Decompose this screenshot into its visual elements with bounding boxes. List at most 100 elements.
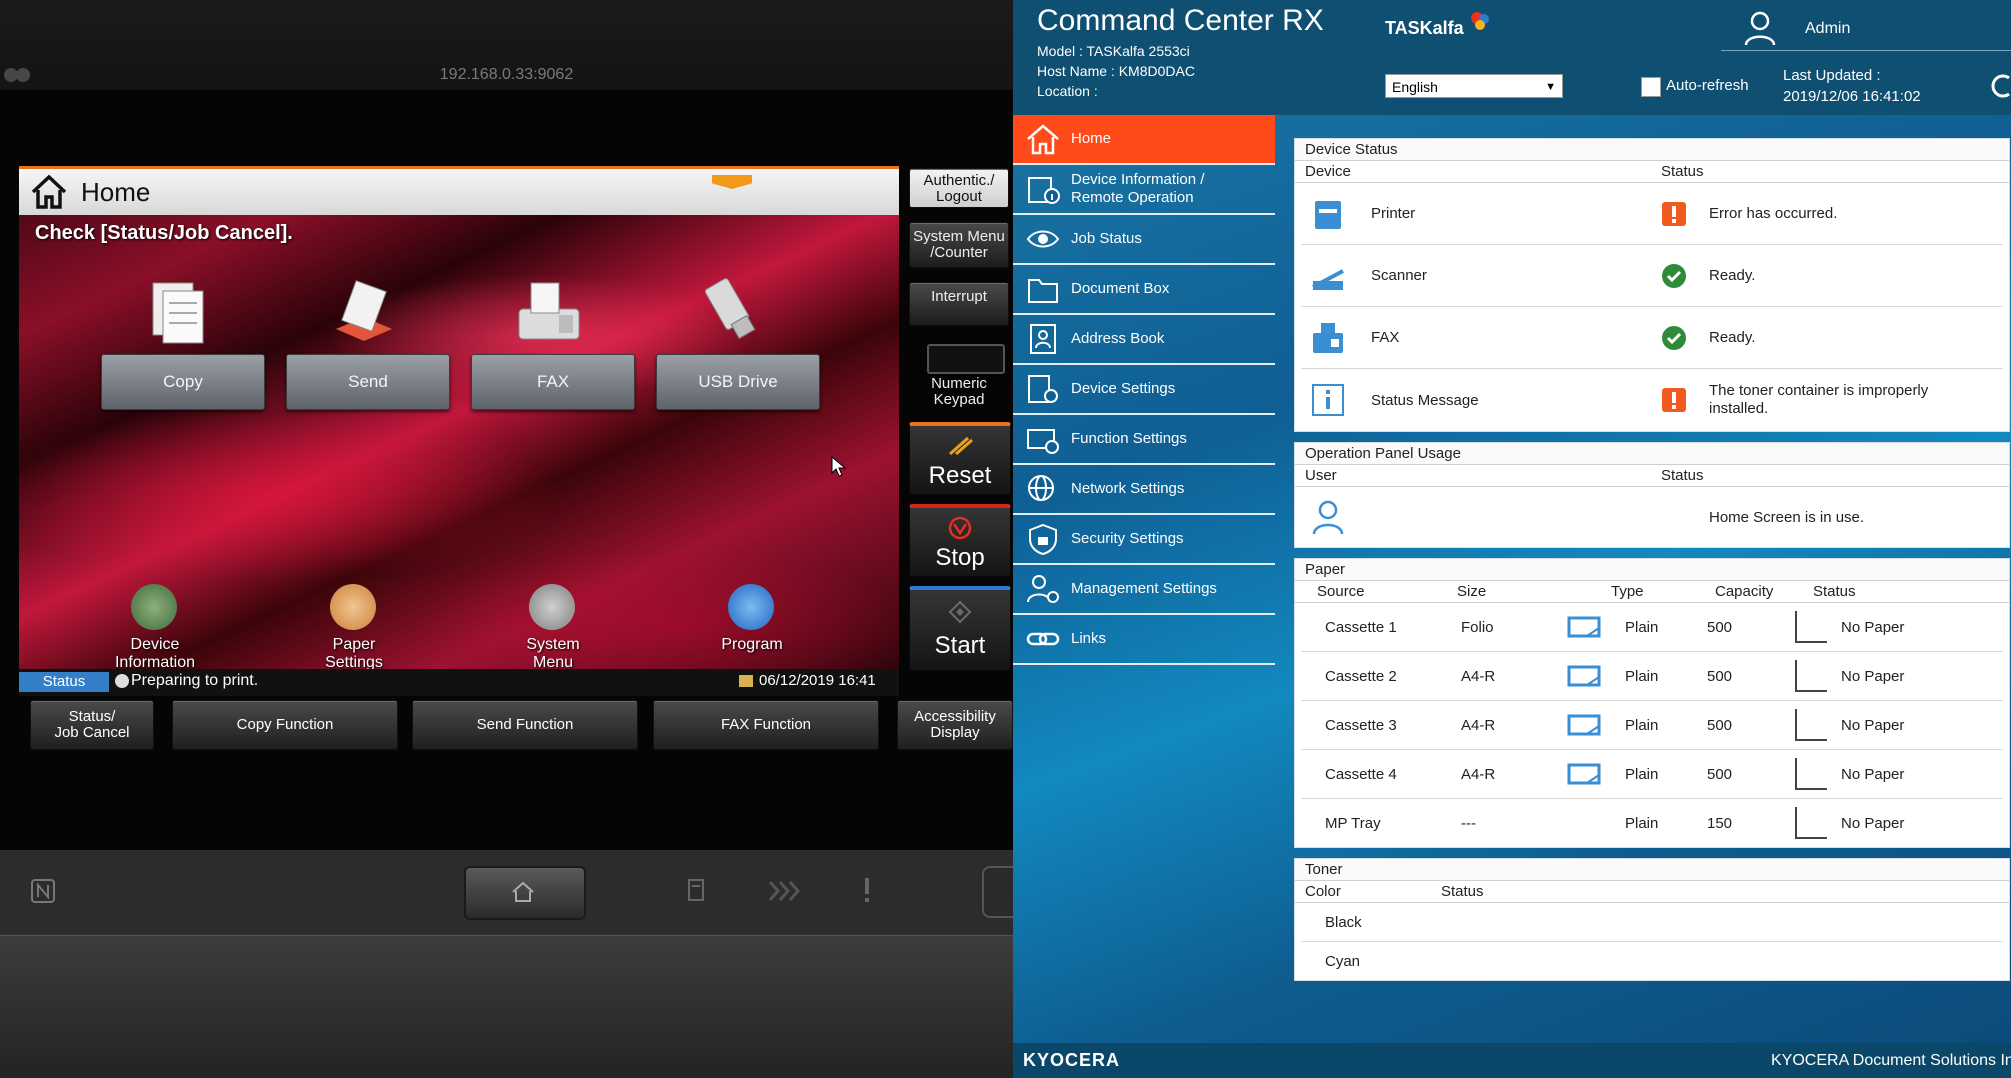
table-row[interactable]: Printer Error has occurred. <box>1301 183 2003 245</box>
system-menu-icon[interactable] <box>529 584 575 630</box>
program-icon[interactable] <box>728 584 774 630</box>
col-status: Status <box>1661 163 1704 180</box>
panel-lower-bezel <box>0 935 1013 1078</box>
device-name: Status Message <box>1371 391 1479 409</box>
col-user: User <box>1305 467 1337 484</box>
touch-screen: Home Check [Status/Job Cancel]. Copy Sen… <box>19 166 899 696</box>
toner-title: Toner <box>1295 859 2009 881</box>
panel-usage-status: Home Screen is in use. <box>1709 508 1865 526</box>
screen-message: Check [Status/Job Cancel]. <box>35 222 293 244</box>
accessibility-display-button[interactable]: Accessibility Display <box>897 700 1013 750</box>
address-book-icon <box>1030 324 1056 354</box>
sidebar-item-label: Security Settings <box>1071 530 1184 547</box>
stop-label: Stop <box>935 544 985 571</box>
copy-icon[interactable] <box>139 271 219 351</box>
sidebar-item-device-information[interactable]: Device Information / Remote Operation <box>1013 165 1275 215</box>
status-tag[interactable]: Status <box>19 672 109 692</box>
toner-color: Cyan <box>1325 952 1361 970</box>
sidebar-item-security-settings[interactable]: Security Settings <box>1013 515 1275 565</box>
info-icon <box>1312 384 1344 416</box>
energy-saver-key[interactable] <box>982 866 1013 918</box>
error-icon <box>1662 201 1686 226</box>
chevron-down-icon[interactable] <box>712 175 752 189</box>
paper-settings-icon[interactable] <box>330 584 376 630</box>
sidebar-item-job-status[interactable]: Job Status <box>1013 215 1275 265</box>
device-information-icon[interactable] <box>131 584 177 630</box>
auto-refresh-checkbox[interactable] <box>1641 77 1661 97</box>
sidebar-item-document-box[interactable]: Document Box <box>1013 265 1275 315</box>
cc-title: Command Center RX <box>1037 4 1324 37</box>
paper-size: A4-R <box>1461 667 1496 685</box>
job-status-icon[interactable] <box>684 876 708 904</box>
send-button[interactable]: Send <box>286 354 450 410</box>
copy-function-button[interactable]: Copy Function <box>172 700 398 750</box>
device-settings-icon <box>1028 375 1058 403</box>
paper-size: Folio <box>1461 618 1494 636</box>
reset-button[interactable]: Reset <box>909 422 1011 495</box>
taskalfa-logo: TASKalfa <box>1385 18 1464 38</box>
send-icon[interactable] <box>324 271 404 351</box>
sidebar-item-links[interactable]: Links <box>1013 615 1275 665</box>
user-menu[interactable]: Admin <box>1721 8 2011 51</box>
col-status: Status <box>1441 883 1484 900</box>
paper-status: No Paper <box>1841 618 1905 636</box>
kyocera-logo: KYOCERA <box>1023 1050 1121 1070</box>
paper-source: Cassette 2 <box>1325 667 1397 685</box>
empty-tray-icon <box>1795 709 1827 741</box>
table-row[interactable]: Cassette 1 Folio Plain 500 No Paper <box>1301 603 2003 652</box>
paper-tray-icon <box>1567 714 1601 736</box>
fax-icon[interactable] <box>509 271 589 351</box>
table-row: Cyan <box>1301 942 2003 980</box>
system-menu-counter-button[interactable]: System Menu /Counter <box>909 222 1009 268</box>
reset-icon <box>949 436 973 456</box>
paper-status: No Paper <box>1841 765 1905 783</box>
col-status: Status <box>1813 583 1856 600</box>
table-row[interactable]: Cassette 3 A4-R Plain 500 No Paper <box>1301 701 2003 750</box>
fax-button[interactable]: FAX <box>471 354 635 410</box>
paper-size: --- <box>1461 814 1476 832</box>
sidebar-item-management-settings[interactable]: Management Settings <box>1013 565 1275 615</box>
remote-url: 192.168.0.33:9062 <box>0 62 1013 88</box>
last-updated-value: 2019/12/06 16:41:02 <box>1783 88 1921 105</box>
device-name: Scanner <box>1371 267 1427 284</box>
table-row[interactable]: MP Tray --- Plain 150 No Paper <box>1301 799 2003 847</box>
status-date: 06/12/2019 16:41 <box>759 672 876 689</box>
authentication-logout-button[interactable]: Authentic./ Logout <box>909 168 1009 208</box>
location-text: Location : <box>1037 83 1098 99</box>
refresh-icon[interactable] <box>1989 72 2011 100</box>
usb-drive-icon[interactable] <box>694 271 774 351</box>
empty-tray-icon <box>1795 758 1827 790</box>
table-row[interactable]: FAX Ready. <box>1301 307 2003 369</box>
table-row[interactable]: Scanner Ready. <box>1301 245 2003 307</box>
table-row[interactable]: Status Message The toner container is im… <box>1301 369 2003 431</box>
sidebar-item-network-settings[interactable]: Network Settings <box>1013 465 1275 515</box>
start-button[interactable]: Start <box>909 586 1011 671</box>
col-device: Device <box>1305 163 1351 180</box>
panel-usage-card: Operation Panel Usage User Status Home S… <box>1294 442 2010 548</box>
fax-function-button[interactable]: FAX Function <box>653 700 879 750</box>
device-status-header: Device Status <box>1295 161 2009 183</box>
numeric-keypad-key[interactable] <box>927 344 1005 374</box>
status-job-cancel-button[interactable]: Status/ Job Cancel <box>30 700 154 750</box>
table-row[interactable]: Cassette 2 A4-R Plain 500 No Paper <box>1301 652 2003 701</box>
send-function-button[interactable]: Send Function <box>412 700 638 750</box>
window-dot-2[interactable] <box>16 68 30 82</box>
sidebar-item-function-settings[interactable]: Function Settings <box>1013 415 1275 465</box>
interrupt-button[interactable]: Interrupt <box>909 282 1009 326</box>
home-icon <box>1027 124 1059 155</box>
home-icon[interactable] <box>29 173 69 211</box>
sidebar-item-address-book[interactable]: Address Book <box>1013 315 1275 365</box>
usb-drive-button[interactable]: USB Drive <box>656 354 820 410</box>
stop-button[interactable]: Stop <box>909 504 1011 577</box>
language-select[interactable]: English ▼ <box>1385 74 1563 98</box>
table-row[interactable]: Cassette 4 A4-R Plain 500 No Paper <box>1301 750 2003 799</box>
program-label: Program <box>721 636 783 653</box>
paper-status: No Paper <box>1841 667 1905 685</box>
command-center-window: Command Center RX Model : TASKalfa 2553c… <box>1013 0 2011 1078</box>
sidebar-item-home[interactable]: Home <box>1013 115 1275 165</box>
sidebar-item-device-settings[interactable]: Device Settings <box>1013 365 1275 415</box>
home-key[interactable] <box>464 866 586 920</box>
paper-capacity: 500 <box>1707 667 1733 685</box>
status-text: Preparing to print. <box>131 672 259 689</box>
copy-button[interactable]: Copy <box>101 354 265 410</box>
